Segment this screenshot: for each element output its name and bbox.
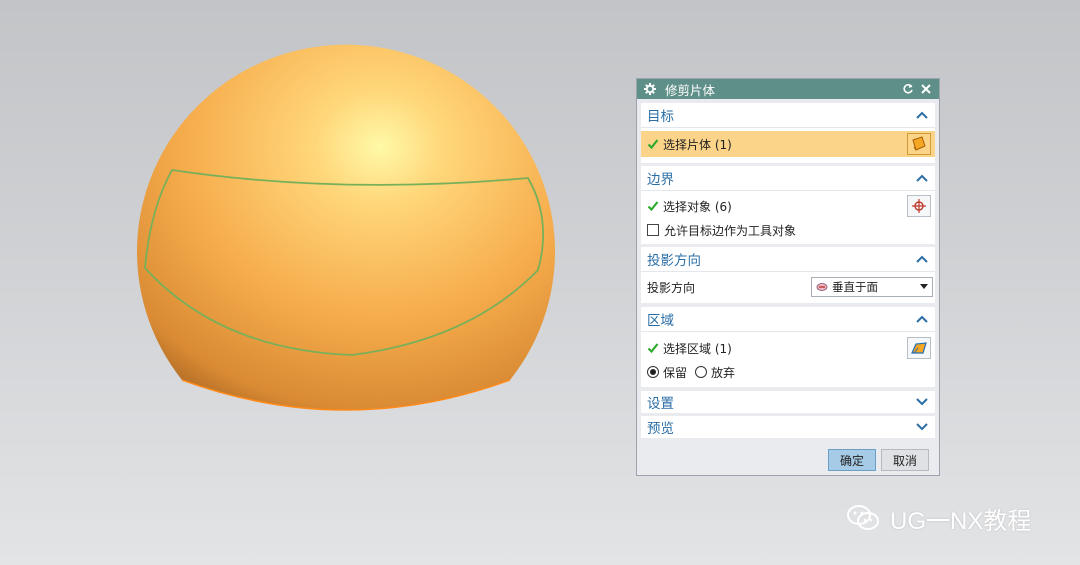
boundary-section: 边界 选择对象 (6) 允许目标边作为工具对象 [641,166,935,244]
chevron-up-icon[interactable] [915,108,929,122]
watermark-text: UG一NX教程 [890,507,1032,535]
projection-direction-row: 投影方向 垂直于面 [641,275,935,299]
chevron-up-icon[interactable] [915,171,929,185]
boundary-header-label: 边界 [647,172,674,188]
chevron-up-icon[interactable] [915,252,929,266]
projection-section: 投影方向 投影方向 垂直于面 [641,247,935,303]
select-object-row[interactable]: 选择对象 (6) [641,194,935,218]
select-sheet-row[interactable]: 选择片体 (1) [641,131,935,157]
projection-direction-dropdown[interactable]: 垂直于面 [811,277,933,297]
projection-direction-value: 垂直于面 [832,280,878,294]
check-icon [647,200,659,212]
check-icon [647,138,659,150]
preview-header-label: 预览 [647,421,674,437]
check-icon [647,342,659,354]
trim-sheet-dialog: 修剪片体 目标 选择片体 (1) 边界 选择对象 (6) 允许目标边作为工具对象… [636,78,940,476]
gear-icon [643,82,657,96]
sphere-body[interactable] [136,44,555,480]
projection-section-header[interactable]: 投影方向 [641,247,935,272]
select-region-button[interactable] [907,337,931,359]
select-sheet-label: 选择片体 (1) [663,137,732,152]
chevron-down-icon[interactable] [915,420,929,434]
region-icon [911,342,927,354]
sheet-body-icon [912,136,926,151]
discard-label: 放弃 [711,365,736,380]
watermark: UG一NX教程 [846,500,1031,536]
chevron-down-icon [920,284,928,289]
settings-section-header[interactable]: 设置 [641,391,935,413]
target-section: 目标 选择片体 (1) [641,103,935,163]
keep-label: 保留 [663,365,688,380]
select-region-label: 选择区域 (1) [663,341,732,356]
allow-target-edge-checkbox[interactable] [647,224,659,236]
dialog-titlebar: 修剪片体 [637,79,939,99]
allow-target-edge-label: 允许目标边作为工具对象 [664,223,797,238]
wechat-icon [847,505,879,530]
select-region-row[interactable]: 选择区域 (1) [641,336,935,360]
select-object-button[interactable] [907,195,931,217]
cancel-button[interactable]: 取消 [881,449,929,471]
projection-header-label: 投影方向 [647,253,701,269]
settings-header-label: 设置 [647,396,674,412]
keep-discard-row: 保留 放弃 [641,360,935,384]
region-section-header[interactable]: 区域 [641,307,935,332]
discard-radio[interactable] [695,366,708,378]
select-sheet-button[interactable] [907,133,931,155]
preview-section-header[interactable]: 预览 [641,416,935,438]
region-header-label: 区域 [647,313,674,329]
target-section-header[interactable]: 目标 [641,103,935,128]
ok-button[interactable]: 确定 [828,449,876,471]
reset-icon[interactable] [901,82,915,96]
chevron-down-icon[interactable] [915,395,929,409]
region-section: 区域 选择区域 (1) 保留 放弃 [641,307,935,387]
preview-section: 预览 [641,416,935,438]
close-icon[interactable] [919,82,933,96]
face-normal-icon [816,283,828,291]
settings-section: 设置 [641,391,935,413]
target-header-label: 目标 [647,109,674,125]
dialog-title: 修剪片体 [665,82,716,98]
select-object-label: 选择对象 (6) [663,199,732,214]
allow-target-edge-row[interactable]: 允许目标边作为工具对象 [641,218,935,242]
chevron-up-icon[interactable] [915,312,929,326]
boundary-section-header[interactable]: 边界 [641,166,935,191]
keep-radio[interactable] [647,366,659,378]
crosshair-icon [912,199,926,213]
